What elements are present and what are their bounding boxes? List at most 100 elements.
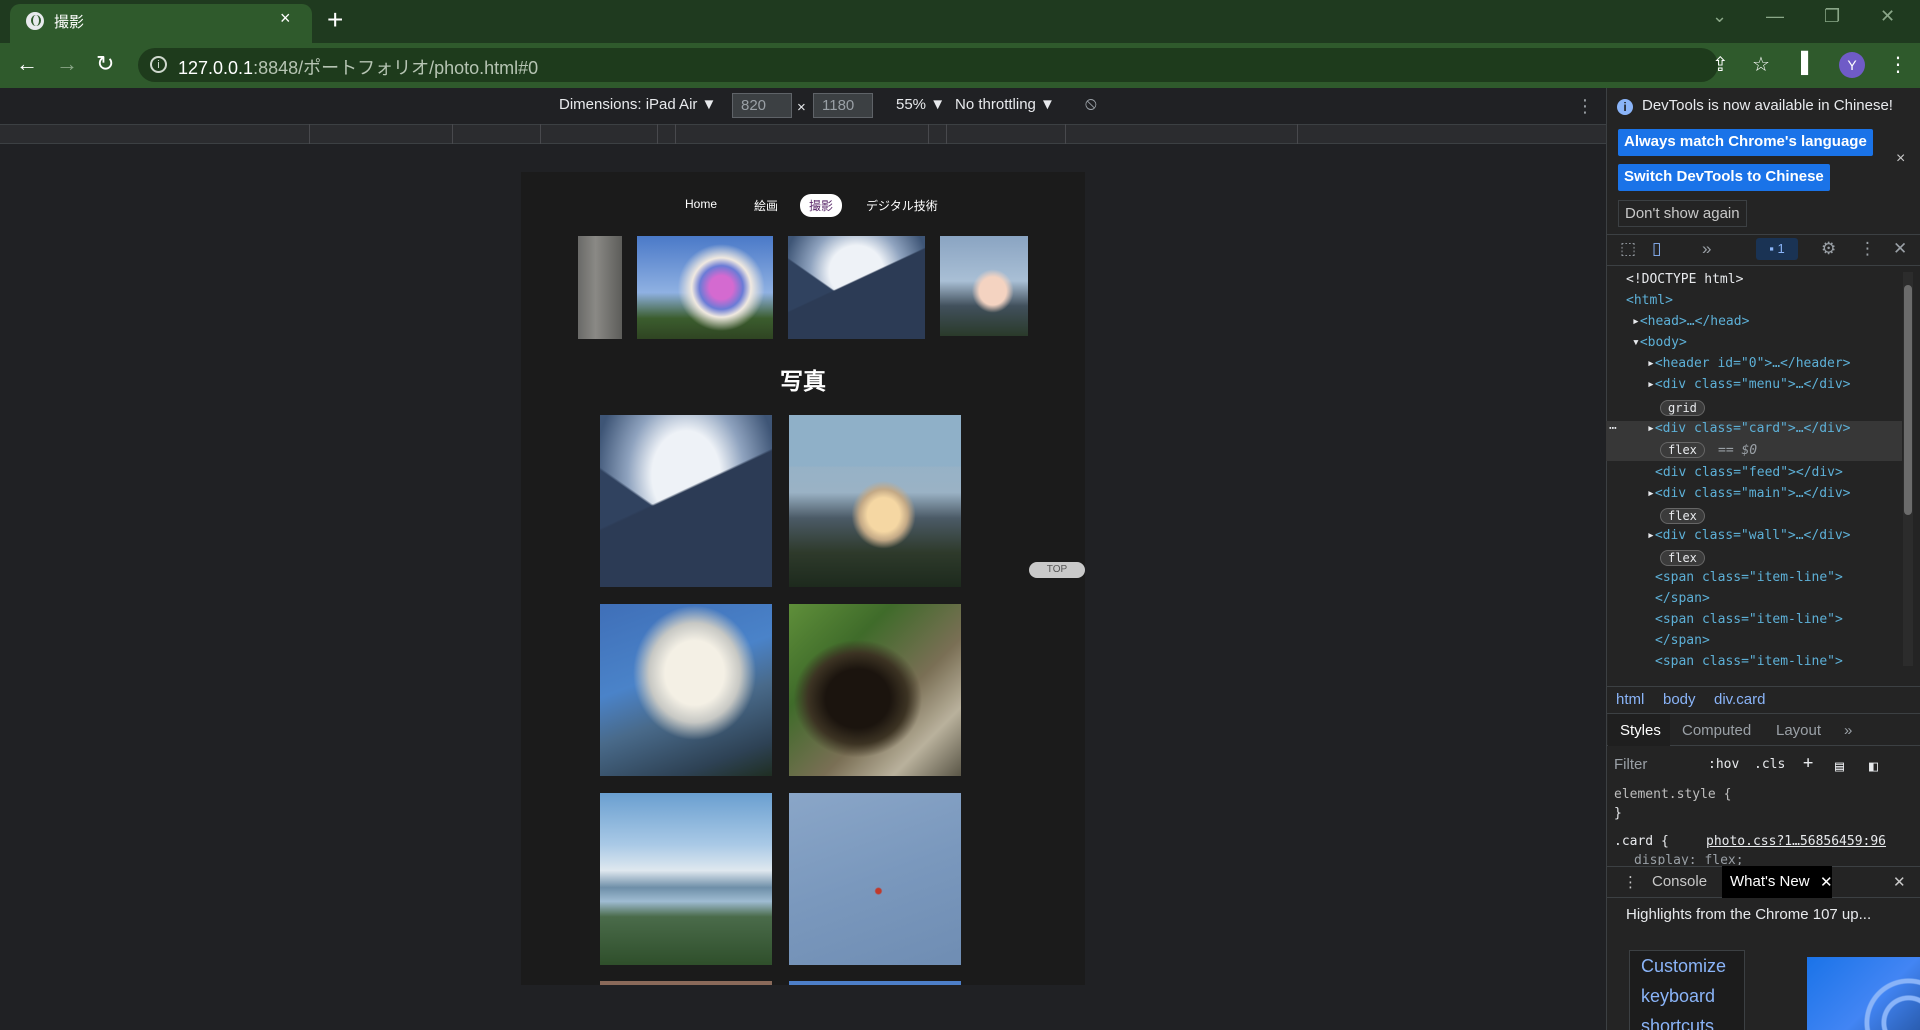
restore-button[interactable]: ❐ — [1824, 6, 1840, 27]
media-query-tick[interactable] — [309, 124, 310, 144]
photo-card[interactable] — [789, 415, 961, 587]
tab-close-button[interactable]: × — [280, 8, 291, 29]
photo-card-partial[interactable] — [600, 981, 772, 985]
thumbnail-ferris-wheel[interactable] — [637, 236, 773, 339]
device-width-input[interactable]: 820 — [732, 93, 792, 118]
dom-feed-div[interactable]: <div class="feed"></div> — [1655, 465, 1843, 480]
tab-search-icon[interactable]: ⌄ — [1712, 6, 1727, 27]
url-text[interactable]: 127.0.0.1:8848/ポートフォリオ/photo.html#0 — [178, 54, 538, 80]
class-toggle-button[interactable]: .cls — [1754, 757, 1785, 772]
photo-card[interactable] — [789, 793, 961, 965]
media-query-tick[interactable] — [928, 124, 929, 144]
media-query-tick[interactable] — [1297, 124, 1298, 144]
dom-doctype[interactable]: <!DOCTYPE html> — [1626, 272, 1743, 287]
paint-brush-icon[interactable]: ▤ — [1835, 757, 1844, 775]
dom-span-item-line[interactable]: <span class="item-line"> — [1655, 612, 1843, 627]
expand-arrow-icon[interactable]: ▸ — [1647, 421, 1655, 436]
photo-card-partial[interactable] — [789, 981, 961, 985]
dom-span-item-line[interactable]: <span class="item-line"> — [1655, 654, 1843, 669]
thumbnail-wall[interactable] — [578, 236, 622, 339]
photo-card[interactable] — [600, 604, 772, 776]
match-language-button[interactable]: Always match Chrome's language — [1618, 129, 1873, 156]
issues-badge[interactable]: ▪ 1 — [1756, 238, 1798, 260]
tab-layout[interactable]: Layout — [1776, 722, 1821, 739]
row-more-icon[interactable]: ⋯ — [1609, 421, 1617, 436]
photo-card[interactable] — [600, 415, 772, 587]
card-link-line[interactable]: Customize — [1641, 956, 1726, 977]
thumbnail-golden-peak[interactable] — [940, 236, 1028, 336]
expand-arrow-icon[interactable]: ▸ — [1647, 528, 1655, 543]
dont-show-again-button[interactable]: Don't show again — [1618, 200, 1747, 227]
hover-state-button[interactable]: :hov — [1708, 757, 1739, 772]
tab-console[interactable]: Console — [1652, 873, 1707, 890]
device-mode-icon[interactable]: ▯ — [1652, 239, 1661, 259]
device-toolbar-menu-icon[interactable]: ⋮ — [1576, 96, 1594, 117]
inspect-element-icon[interactable]: ⬚ — [1620, 239, 1636, 259]
flex-badge[interactable]: flex — [1660, 508, 1705, 524]
site-info-icon[interactable]: i — [150, 56, 167, 73]
dom-wall-div[interactable]: ▸<div class="wall">…</div> — [1647, 528, 1851, 543]
new-tab-button[interactable]: + — [327, 4, 343, 36]
browser-menu-icon[interactable]: ⋮ — [1888, 52, 1908, 77]
dom-header[interactable]: ▸<header id="0">…</header> — [1647, 356, 1851, 371]
expand-arrow-icon[interactable]: ▸ — [1647, 486, 1655, 501]
tab-whats-new[interactable]: What's New — [1730, 873, 1810, 890]
bookmark-star-icon[interactable]: ☆ — [1752, 52, 1770, 77]
back-to-top-button[interactable]: TOP — [1029, 562, 1085, 578]
rotate-icon[interactable]: ⦸ — [1085, 93, 1097, 114]
media-query-tick[interactable] — [946, 124, 947, 144]
dom-span-item-line[interactable]: <span class="item-line"> — [1655, 570, 1843, 585]
window-close-button[interactable]: ✕ — [1880, 6, 1895, 27]
toggle-sidebar-icon[interactable]: ◧ — [1869, 757, 1878, 775]
grid-badge[interactable]: grid — [1660, 400, 1705, 416]
breadcrumb-body[interactable]: body — [1663, 691, 1696, 708]
share-icon[interactable]: ⇪ — [1712, 52, 1729, 77]
close-notice-icon[interactable]: × — [1896, 150, 1905, 168]
display-declaration[interactable]: display: flex; — [1634, 853, 1744, 865]
tab-computed[interactable]: Computed — [1682, 722, 1751, 739]
close-drawer-icon[interactable]: ✕ — [1893, 873, 1906, 891]
menu-digital[interactable]: デジタル技術 — [857, 194, 947, 217]
styles-filter-input[interactable]: Filter — [1614, 756, 1647, 773]
close-devtools-icon[interactable]: ✕ — [1893, 239, 1907, 259]
media-query-tick[interactable] — [657, 124, 658, 144]
menu-home[interactable]: Home — [676, 194, 726, 214]
breadcrumb-html[interactable]: html — [1616, 691, 1644, 708]
dom-html[interactable]: <html> — [1626, 293, 1673, 308]
menu-painting[interactable]: 絵画 — [745, 194, 787, 217]
media-query-tick[interactable] — [452, 124, 453, 144]
dom-main-div[interactable]: ▸<div class="main">…</div> — [1647, 486, 1851, 501]
dom-scrollbar-thumb[interactable] — [1904, 285, 1912, 515]
element-style-rule[interactable]: element.style { — [1614, 787, 1731, 802]
dom-menu-div[interactable]: ▸<div class="menu">…</div> — [1647, 377, 1851, 392]
css-source-link[interactable]: photo.css?1…56856459:96 — [1706, 834, 1886, 849]
tab-styles[interactable]: Styles — [1620, 722, 1661, 739]
more-style-tabs-icon[interactable]: » — [1844, 722, 1852, 739]
devtools-menu-icon[interactable]: ⋮ — [1859, 239, 1876, 259]
card-link-line[interactable]: keyboard — [1641, 986, 1715, 1007]
expand-arrow-icon[interactable]: ▸ — [1647, 356, 1655, 371]
side-panel-icon[interactable]: ▌ — [1801, 52, 1815, 75]
close-whats-new-icon[interactable]: ✕ — [1820, 873, 1833, 891]
device-dimensions-select[interactable]: Dimensions: iPad Air ▼ — [559, 96, 716, 113]
more-tabs-icon[interactable]: » — [1702, 239, 1711, 259]
profile-avatar[interactable]: Y — [1839, 52, 1865, 78]
dom-span-close[interactable]: </span> — [1655, 591, 1710, 606]
reload-icon[interactable]: ↻ — [96, 51, 114, 77]
dom-body[interactable]: ▾<body> — [1632, 335, 1687, 350]
menu-photography[interactable]: 撮影 — [800, 194, 843, 217]
zoom-select[interactable]: 55% ▼ — [896, 96, 945, 113]
dom-card-div[interactable]: ▸<div class="card">…</div> — [1647, 421, 1851, 436]
thumbnail-snowy-mountain[interactable] — [788, 236, 925, 339]
collapse-arrow-icon[interactable]: ▾ — [1632, 335, 1640, 350]
back-arrow-icon[interactable]: ← — [16, 51, 38, 77]
dom-head[interactable]: ▸<head>…</head> — [1632, 314, 1749, 329]
forward-arrow-icon[interactable]: → — [56, 51, 78, 77]
drawer-menu-icon[interactable]: ⋮ — [1623, 873, 1638, 891]
switch-language-button[interactable]: Switch DevTools to Chinese — [1618, 164, 1830, 191]
minimize-button[interactable]: — — [1766, 6, 1784, 27]
settings-gear-icon[interactable]: ⚙ — [1821, 239, 1836, 259]
photo-card[interactable] — [600, 793, 772, 965]
dom-span-close[interactable]: </span> — [1655, 633, 1710, 648]
breadcrumb-div-card[interactable]: div.card — [1714, 691, 1765, 708]
